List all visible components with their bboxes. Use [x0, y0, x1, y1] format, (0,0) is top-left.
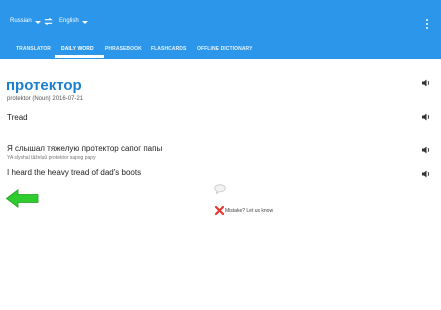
speaker-icon[interactable] [421, 112, 431, 122]
word-meta: protektor (Noun) 2016-07-21 [7, 96, 84, 102]
example-transliteration: YA slyshal tâželuû protektor sapog papy [7, 155, 96, 161]
speaker-icon[interactable] [421, 145, 431, 155]
speaker-icon[interactable] [421, 169, 431, 179]
report-mistake-link[interactable]: Mistake? Let us know [225, 208, 273, 214]
tab-flashcards[interactable]: FLASHCARDS [151, 46, 186, 52]
app-bar: Russian English TRANSLATOR DAILY WORD PH… [0, 0, 441, 59]
source-language-select[interactable]: Russian [10, 18, 32, 24]
speaker-icon[interactable] [421, 78, 431, 88]
swap-arrows-icon[interactable] [44, 17, 53, 26]
tab-daily-word[interactable]: DAILY WORD [61, 46, 94, 52]
source-language-dropdown-icon[interactable] [35, 21, 41, 24]
tab-translator[interactable]: TRANSLATOR [16, 46, 51, 52]
active-tab-indicator [55, 55, 104, 58]
tab-phrasebook[interactable]: PHRASEBOOK [105, 46, 142, 52]
target-language-dropdown-icon[interactable] [82, 21, 88, 24]
more-vert-icon[interactable] [424, 18, 430, 30]
mistake-x-icon[interactable] [215, 206, 224, 215]
daily-word-title: протектор [6, 77, 82, 94]
tab-offline-dictionary[interactable]: OFFLINE DICTIONARY [197, 46, 253, 52]
example-translation: I heard the heavy tread of dad's boots [7, 168, 142, 177]
target-language-select[interactable]: English [59, 18, 79, 24]
word-translation: Tread [7, 113, 28, 122]
language-selector-row: Russian English [0, 0, 441, 35]
example-sentence: Я слышал тяжелую протектор сапог папы [7, 144, 163, 153]
comment-icon[interactable] [214, 184, 226, 194]
back-arrow-icon[interactable] [6, 189, 39, 208]
